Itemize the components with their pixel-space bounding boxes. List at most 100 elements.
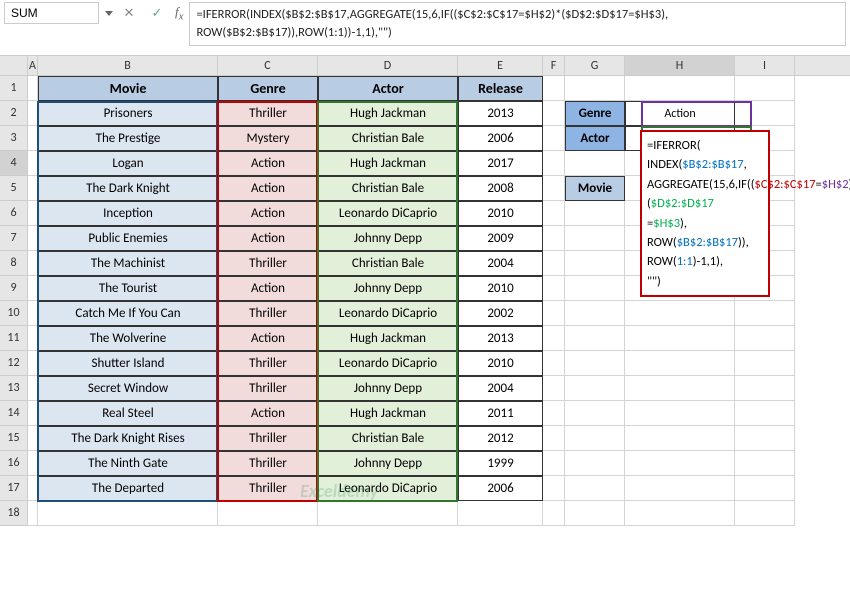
row-header[interactable]: 12 xyxy=(0,351,28,376)
table-cell[interactable]: The Dark Knight Rises xyxy=(38,426,218,451)
table-cell[interactable]: Action xyxy=(218,276,318,301)
table-cell[interactable]: 2004 xyxy=(458,376,543,401)
table-cell[interactable]: Thriller xyxy=(218,426,318,451)
table-cell[interactable]: 2013 xyxy=(458,101,543,126)
table-cell[interactable]: Hugh Jackman xyxy=(318,401,458,426)
col-header[interactable]: D xyxy=(318,56,458,75)
header-movie[interactable]: Movie xyxy=(38,76,218,101)
table-cell[interactable]: Christian Bale xyxy=(318,426,458,451)
table-cell[interactable]: Hugh Jackman xyxy=(318,326,458,351)
row-header[interactable]: 11 xyxy=(0,326,28,351)
row-header[interactable]: 3 xyxy=(0,126,28,151)
table-cell[interactable]: The Tourist xyxy=(38,276,218,301)
lookup-genre-label[interactable]: Genre xyxy=(565,101,625,126)
table-cell[interactable]: The Wolverine xyxy=(38,326,218,351)
table-cell[interactable]: 2008 xyxy=(458,176,543,201)
select-all-corner[interactable] xyxy=(0,56,28,75)
table-cell[interactable]: 2006 xyxy=(458,126,543,151)
table-cell[interactable]: 2006 xyxy=(458,476,543,501)
table-cell[interactable]: Real Steel xyxy=(38,401,218,426)
table-cell[interactable]: Action xyxy=(218,151,318,176)
name-box[interactable] xyxy=(4,2,99,24)
table-cell[interactable]: The Departed xyxy=(38,476,218,501)
table-cell[interactable]: Action xyxy=(218,401,318,426)
table-cell[interactable]: The Dark Knight xyxy=(38,176,218,201)
confirm-icon[interactable]: ✓ xyxy=(145,2,169,24)
table-cell[interactable]: Thriller xyxy=(218,251,318,276)
table-cell[interactable]: Thriller xyxy=(218,451,318,476)
table-cell[interactable]: 2013 xyxy=(458,326,543,351)
col-header[interactable]: H xyxy=(625,56,735,75)
table-cell[interactable]: Johnny Depp xyxy=(318,376,458,401)
table-cell[interactable]: Mystery xyxy=(218,126,318,151)
col-header[interactable]: A xyxy=(28,56,38,75)
table-cell[interactable]: Leonardo DiCaprio xyxy=(318,301,458,326)
table-cell[interactable]: Thriller xyxy=(218,476,318,501)
table-cell[interactable]: 2009 xyxy=(458,226,543,251)
table-cell[interactable]: Secret Window xyxy=(38,376,218,401)
row-header[interactable]: 7 xyxy=(0,226,28,251)
table-cell[interactable]: Public Enemies xyxy=(38,226,218,251)
table-cell[interactable]: Leonardo DiCaprio xyxy=(318,201,458,226)
row-header[interactable]: 13 xyxy=(0,376,28,401)
lookup-genre-value[interactable]: Action xyxy=(625,101,735,126)
table-cell[interactable]: Christian Bale xyxy=(318,251,458,276)
row-header[interactable]: 18 xyxy=(0,501,28,526)
table-cell[interactable]: Action xyxy=(218,201,318,226)
table-cell[interactable]: Logan xyxy=(38,151,218,176)
row-header[interactable]: 9 xyxy=(0,276,28,301)
lookup-movie-label[interactable]: Movie xyxy=(565,176,625,201)
table-cell[interactable]: 2004 xyxy=(458,251,543,276)
table-cell[interactable]: Prisoners xyxy=(38,101,218,126)
table-cell[interactable]: The Ninth Gate xyxy=(38,451,218,476)
header-genre[interactable]: Genre xyxy=(218,76,318,101)
table-cell[interactable]: 2011 xyxy=(458,401,543,426)
row-header[interactable]: 5 xyxy=(0,176,28,201)
table-cell[interactable]: Christian Bale xyxy=(318,126,458,151)
namebox-dropdown-icon[interactable] xyxy=(105,11,113,16)
table-cell[interactable]: Thriller xyxy=(218,351,318,376)
table-cell[interactable]: 2012 xyxy=(458,426,543,451)
row-header[interactable]: 16 xyxy=(0,451,28,476)
table-cell[interactable]: Inception xyxy=(38,201,218,226)
table-cell[interactable]: Johnny Depp xyxy=(318,451,458,476)
header-actor[interactable]: Actor xyxy=(318,76,458,101)
row-header[interactable]: 6 xyxy=(0,201,28,226)
table-cell[interactable]: Leonardo DiCaprio xyxy=(318,476,458,501)
table-cell[interactable]: Thriller xyxy=(218,301,318,326)
row-header[interactable]: 2 xyxy=(0,101,28,126)
table-cell[interactable]: 2010 xyxy=(458,351,543,376)
col-header[interactable]: F xyxy=(543,56,565,75)
row-header[interactable]: 1 xyxy=(0,76,28,101)
col-header[interactable]: B xyxy=(38,56,218,75)
table-cell[interactable]: 2002 xyxy=(458,301,543,326)
formula-bar[interactable]: =IFERROR(INDEX($B$2:$B$17,AGGREGATE(15,6… xyxy=(189,2,846,46)
row-header[interactable]: 8 xyxy=(0,251,28,276)
table-cell[interactable]: Hugh Jackman xyxy=(318,101,458,126)
table-cell[interactable]: Johnny Depp xyxy=(318,276,458,301)
table-cell[interactable]: Action xyxy=(218,326,318,351)
table-cell[interactable]: 2010 xyxy=(458,201,543,226)
table-cell[interactable]: Catch Me If You Can xyxy=(38,301,218,326)
table-cell[interactable]: Hugh Jackman xyxy=(318,151,458,176)
table-cell[interactable]: Thriller xyxy=(218,101,318,126)
table-cell[interactable]: Christian Bale xyxy=(318,176,458,201)
cell-editing-h4[interactable]: =IFERROR( INDEX($B$2:$B$17, AGGREGATE(15… xyxy=(640,130,770,297)
fx-icon[interactable]: fx xyxy=(175,4,183,23)
table-cell[interactable]: Thriller xyxy=(218,376,318,401)
table-cell[interactable]: 2010 xyxy=(458,276,543,301)
col-header[interactable]: C xyxy=(218,56,318,75)
table-cell[interactable]: Shutter Island xyxy=(38,351,218,376)
row-header[interactable]: 17 xyxy=(0,476,28,501)
table-cell[interactable]: 2017 xyxy=(458,151,543,176)
header-release[interactable]: Release xyxy=(458,76,543,101)
col-header[interactable]: I xyxy=(735,56,795,75)
col-header[interactable]: G xyxy=(565,56,625,75)
table-cell[interactable]: Action xyxy=(218,176,318,201)
row-header[interactable]: 10 xyxy=(0,301,28,326)
row-header[interactable]: 4 xyxy=(0,151,28,176)
table-cell[interactable]: Johnny Depp xyxy=(318,226,458,251)
table-cell[interactable]: Leonardo DiCaprio xyxy=(318,351,458,376)
row-header[interactable]: 14 xyxy=(0,401,28,426)
col-header[interactable]: E xyxy=(458,56,543,75)
